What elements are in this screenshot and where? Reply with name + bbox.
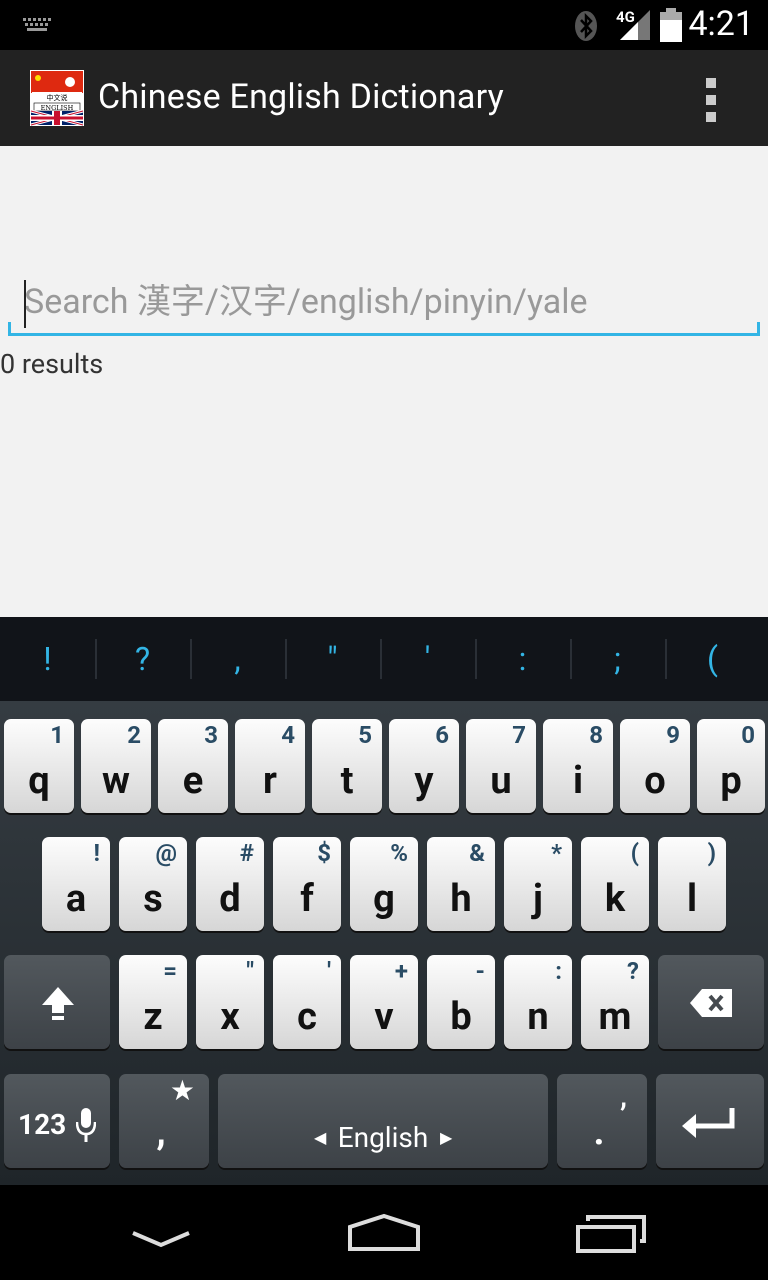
key-r[interactable]: 4r: [235, 719, 305, 813]
shift-key[interactable]: [4, 955, 110, 1049]
key-k[interactable]: (k: [581, 837, 649, 931]
navigation-bar: [0, 1185, 768, 1280]
key-l[interactable]: ) l: [658, 837, 726, 931]
suggestion-colon[interactable]: :: [475, 617, 570, 701]
home-icon[interactable]: [346, 1213, 422, 1253]
battery-icon: [660, 8, 682, 42]
suggestion-semicolon[interactable]: ;: [570, 617, 665, 701]
symbols-key[interactable]: 123: [4, 1074, 110, 1168]
key-u[interactable]: 7u: [466, 719, 536, 813]
enter-key[interactable]: [656, 1074, 764, 1168]
bluetooth-icon: [575, 11, 597, 41]
key-f[interactable]: $ f: [273, 837, 341, 931]
search-underline: [8, 333, 760, 336]
space-language-label: English: [337, 1121, 429, 1154]
symbols-label: 123: [18, 1108, 67, 1141]
shift-icon: [42, 987, 74, 1020]
key-b[interactable]: -b: [427, 955, 495, 1049]
app-title: Chinese English Dictionary: [98, 77, 504, 117]
text-cursor: [24, 280, 26, 328]
keyboard-icon: [23, 18, 51, 31]
suggestion-single-quote[interactable]: ': [380, 617, 475, 701]
backspace-icon: [690, 989, 732, 1017]
search-input[interactable]: [8, 270, 760, 334]
key-m[interactable]: ? m: [581, 955, 649, 1049]
key-i[interactable]: 8i: [543, 719, 613, 813]
suggestion-open-paren[interactable]: (: [665, 617, 760, 701]
search-underline-left: [8, 322, 11, 336]
key-z[interactable]: = z: [119, 955, 187, 1049]
key-n[interactable]: :n: [504, 955, 572, 1049]
recent-apps-icon[interactable]: [574, 1215, 648, 1255]
overflow-menu-icon[interactable]: [706, 78, 718, 122]
app-icon[interactable]: 中文说 ENGLISH: [30, 70, 84, 126]
microphone-icon: [76, 1108, 96, 1142]
suggestion-strip: ! ? , " ' : ; (: [0, 617, 768, 701]
action-bar: 中文说 ENGLISH Chinese English Dictionary: [0, 50, 768, 146]
key-x[interactable]: " x: [196, 955, 264, 1049]
soft-keyboard: 1q 2w 3e 4r 5t 6y 7u 8i 9o 0p ! a @ s # d $…: [0, 701, 768, 1185]
key-e[interactable]: 3e: [158, 719, 228, 813]
key-h[interactable]: & h: [427, 837, 495, 931]
suggestion-question[interactable]: ?: [95, 617, 190, 701]
key-q[interactable]: 1q: [4, 719, 74, 813]
key-g[interactable]: % g: [350, 837, 418, 931]
search-field-container: [8, 270, 760, 338]
period-key[interactable]: , .: [557, 1074, 647, 1168]
status-bar: 4G 4:21: [0, 0, 768, 50]
backspace-key[interactable]: [658, 955, 764, 1049]
next-language-arrow-icon: ▶: [440, 1128, 453, 1147]
comma-key[interactable]: ★ ,: [119, 1074, 209, 1168]
svg-text:ENGLISH: ENGLISH: [41, 104, 74, 112]
results-count: 0 results: [0, 348, 104, 380]
signal-icon: [620, 10, 650, 40]
key-p[interactable]: 0p: [697, 719, 765, 813]
suggestion-exclamation[interactable]: !: [0, 617, 95, 701]
space-key[interactable]: ◀ English ▶: [218, 1074, 548, 1168]
key-d[interactable]: # d: [196, 837, 264, 931]
key-s[interactable]: @ s: [119, 837, 187, 931]
key-a[interactable]: ! a: [42, 837, 110, 931]
enter-icon: [682, 1108, 735, 1138]
search-underline-right: [757, 322, 760, 336]
key-t[interactable]: 5t: [312, 719, 382, 813]
suggestion-comma[interactable]: ,: [190, 617, 285, 701]
key-y[interactable]: 6y: [389, 719, 459, 813]
svg-text:中文说: 中文说: [47, 93, 68, 102]
clock: 4:21: [688, 4, 754, 44]
key-c[interactable]: ' c: [273, 955, 341, 1049]
key-j[interactable]: * j: [504, 837, 572, 931]
suggestion-double-quote[interactable]: ": [285, 617, 380, 701]
key-v[interactable]: + v: [350, 955, 418, 1049]
back-icon[interactable]: [130, 1229, 192, 1249]
key-o[interactable]: 9o: [620, 719, 690, 813]
key-w[interactable]: 2w: [81, 719, 151, 813]
